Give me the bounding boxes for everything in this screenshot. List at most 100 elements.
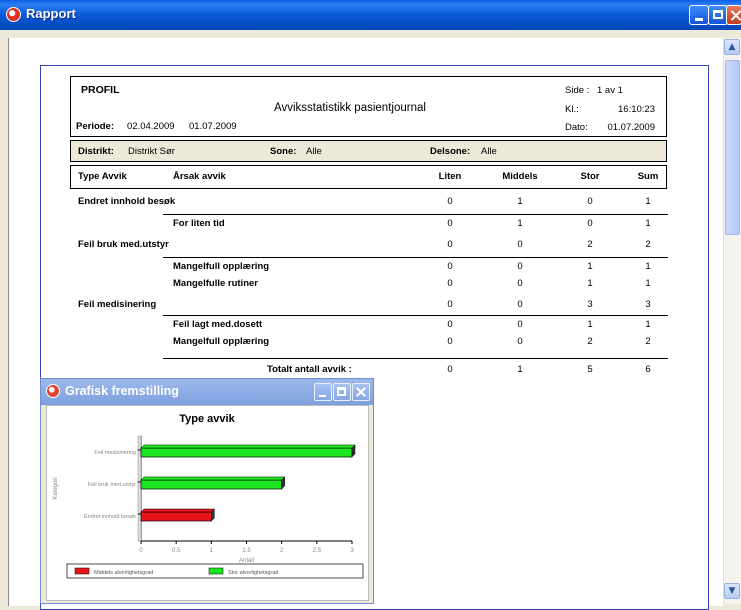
period-label: Periode:	[76, 121, 115, 132]
row-cause-label: Mangelfulle rutiner	[173, 278, 258, 289]
cell-middels: 1	[517, 218, 523, 229]
close-button[interactable]	[726, 5, 741, 25]
chart-maximize-button[interactable]	[333, 383, 351, 401]
cell-stor: 2	[587, 336, 593, 347]
cell-liten: 0	[447, 218, 453, 229]
chart-window-title: Grafisk fremstilling	[65, 384, 179, 398]
legend-swatch	[74, 567, 90, 575]
delsone-label: Delsone:	[430, 146, 471, 157]
chart-app-icon	[46, 384, 60, 398]
period-from: 02.04.2009	[127, 121, 175, 132]
bar-top	[140, 508, 215, 513]
chart-axis-wall	[137, 435, 142, 542]
row-cause-label: Mangelfull opplæring	[173, 261, 270, 272]
x-tick-label: 1.5	[242, 548, 251, 554]
cell-middels: 0	[517, 239, 523, 250]
window-title: Rapport	[26, 6, 76, 21]
chart-frame: Type avvik 0 0.5 1 1.5 2 2.5 3 Antall Kategori Fe…	[46, 405, 369, 601]
sone-label: Sone:	[270, 146, 297, 157]
cell-sum: 1	[645, 218, 651, 229]
category-label: Feil medisinering	[94, 450, 136, 456]
vertical-scrollbar[interactable]: ▲ ▼	[723, 38, 741, 604]
cell-sum: 2	[645, 336, 651, 347]
cell-liten: 0	[447, 239, 453, 250]
cell-stor: 0	[587, 218, 593, 229]
cell-liten: 0	[447, 261, 453, 272]
dato-label: Dato:	[565, 122, 588, 133]
total-liten: 0	[447, 364, 453, 375]
row-cause-label: Mangelfull opplæring	[173, 336, 270, 347]
cell-liten: 0	[447, 319, 453, 330]
profile-label: PROFIL	[81, 84, 120, 96]
row-divider	[163, 315, 668, 316]
col-sum: Sum	[637, 171, 659, 182]
chart-window: Grafisk fremstilling Type avvik 0 0.5 1 1.5…	[40, 378, 374, 604]
cell-liten: 0	[447, 336, 453, 347]
cell-sum: 1	[645, 319, 651, 330]
row-cause-label: Feil lagt med.dosett	[173, 319, 263, 330]
x-tick-label: 0	[139, 548, 143, 554]
row-divider	[163, 257, 668, 258]
chart-close-button[interactable]	[352, 383, 370, 401]
delsone-value: Alle	[481, 146, 497, 157]
side-value: 1 av 1	[597, 85, 623, 96]
category-label: Feil bruk med.utstyr	[88, 482, 136, 488]
kl-label: Kl.:	[565, 104, 579, 115]
cell-middels: 0	[517, 261, 523, 272]
cell-sum: 3	[645, 299, 651, 310]
cell-middels: 1	[517, 196, 523, 207]
bar-top	[140, 476, 286, 481]
total-sum: 6	[645, 364, 651, 375]
cell-stor: 1	[587, 278, 593, 289]
x-tick-label: 3	[350, 548, 354, 554]
side-label: Side :	[565, 85, 590, 96]
dato-value: 01.07.2009	[607, 122, 655, 133]
bar-chart: Type avvik 0 0.5 1 1.5 2 2.5 3 Antall Kategori Fe…	[53, 413, 364, 579]
cell-liten: 0	[447, 278, 453, 289]
legend-label: Middels alvorlighetsgrad	[94, 570, 153, 576]
cell-stor: 1	[587, 261, 593, 272]
kl-value: 16:10:23	[618, 104, 655, 115]
col-type-avvik: Type Avvik	[78, 171, 127, 182]
cell-liten: 0	[447, 196, 453, 207]
legend-label: Stor alvorlighetsgrad	[228, 570, 278, 576]
window-titlebar[interactable]: Rapport	[0, 0, 741, 30]
y-axis-label: Kategori	[53, 477, 59, 499]
cell-middels: 0	[517, 336, 523, 347]
minimize-button[interactable]	[689, 5, 709, 25]
bar-top	[140, 444, 356, 449]
bar	[140, 479, 283, 490]
report-window: Rapport ▲ ▼ PROFIL Avviksstatistikk pasi…	[0, 0, 741, 610]
legend-swatch	[208, 567, 224, 575]
distrikt-value: Distrikt Sør	[128, 146, 175, 157]
total-divider	[163, 358, 668, 359]
sone-value: Alle	[306, 146, 322, 157]
col-arsak-avvik: Årsak avvik	[173, 171, 226, 182]
x-tick-label: 1	[210, 548, 214, 554]
chart-title: Type avvik	[179, 413, 235, 425]
maximize-button[interactable]	[708, 5, 728, 25]
chart-minimize-button[interactable]	[314, 383, 332, 401]
cell-sum: 2	[645, 239, 651, 250]
chart-window-titlebar[interactable]: Grafisk fremstilling	[41, 379, 373, 405]
row-divider	[163, 214, 668, 215]
cell-stor: 1	[587, 319, 593, 330]
cell-sum: 1	[645, 196, 651, 207]
cell-stor: 0	[587, 196, 593, 207]
scroll-thumb[interactable]	[725, 60, 740, 235]
cell-stor: 2	[587, 239, 593, 250]
scroll-down-button[interactable]: ▼	[724, 583, 740, 599]
scroll-up-button[interactable]: ▲	[724, 39, 740, 55]
row-cause-label: For liten tid	[173, 218, 225, 229]
cell-middels: 0	[517, 319, 523, 330]
bar	[140, 447, 353, 458]
cell-liten: 0	[447, 299, 453, 310]
cell-middels: 0	[517, 278, 523, 289]
col-liten: Liten	[438, 171, 462, 182]
row-type-label: Feil medisinering	[78, 299, 157, 310]
x-tick-label: 2.5	[313, 548, 322, 554]
x-tick-label: 0.5	[172, 548, 181, 554]
total-stor: 5	[587, 364, 593, 375]
col-middels: Middels	[502, 171, 538, 182]
row-type-label: Feil bruk med.utstyr	[78, 239, 169, 250]
